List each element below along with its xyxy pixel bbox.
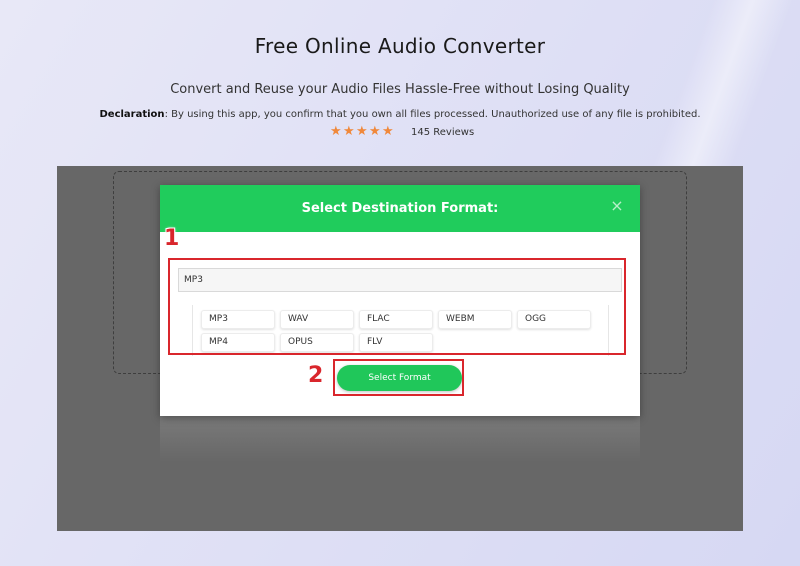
page-subtitle: Convert and Reuse your Audio Files Hassl…: [170, 82, 630, 97]
format-options-list: MP3 WAV FLAC WEBM OGG MP4 OPUS FLV: [192, 305, 609, 356]
format-option-wav[interactable]: WAV: [280, 310, 354, 329]
declaration: Declaration: By using this app, you conf…: [0, 109, 800, 120]
dialog-title: Select Destination Format:: [301, 201, 499, 216]
declaration-label: Declaration: [99, 109, 165, 120]
star-icon: ★: [369, 124, 381, 139]
star-icon: ★: [330, 124, 342, 139]
star-icon: ★: [343, 124, 355, 139]
format-option-flac[interactable]: FLAC: [359, 310, 433, 329]
selected-format-field[interactable]: MP3: [178, 268, 622, 292]
step-2-label: 2: [308, 363, 324, 388]
format-option-ogg[interactable]: OGG: [517, 310, 591, 329]
star-icon: ★: [382, 124, 394, 139]
page-title: Free Online Audio Converter: [254, 34, 546, 58]
select-format-button[interactable]: Select Format: [337, 365, 462, 391]
star-rating: ★ ★ ★ ★ ★: [330, 125, 394, 139]
format-option-mp4[interactable]: MP4: [201, 333, 275, 352]
declaration-text: : By using this app, you confirm that yo…: [164, 109, 701, 120]
rating: ★ ★ ★ ★ ★ 145 Reviews: [330, 125, 474, 139]
dialog-header: Select Destination Format:: [160, 185, 640, 232]
backdrop-shadow: [160, 416, 640, 462]
format-option-mp3[interactable]: MP3: [201, 310, 275, 329]
star-icon: ★: [356, 124, 368, 139]
format-option-opus[interactable]: OPUS: [280, 333, 354, 352]
reviews-count: 145 Reviews: [411, 126, 475, 138]
format-option-flv[interactable]: FLV: [359, 333, 433, 352]
step-1-label: 1: [164, 226, 180, 251]
close-icon[interactable]: ×: [610, 198, 624, 214]
format-dialog: Select Destination Format: × MP3 MP3 WAV…: [160, 185, 640, 416]
format-option-webm[interactable]: WEBM: [438, 310, 512, 329]
